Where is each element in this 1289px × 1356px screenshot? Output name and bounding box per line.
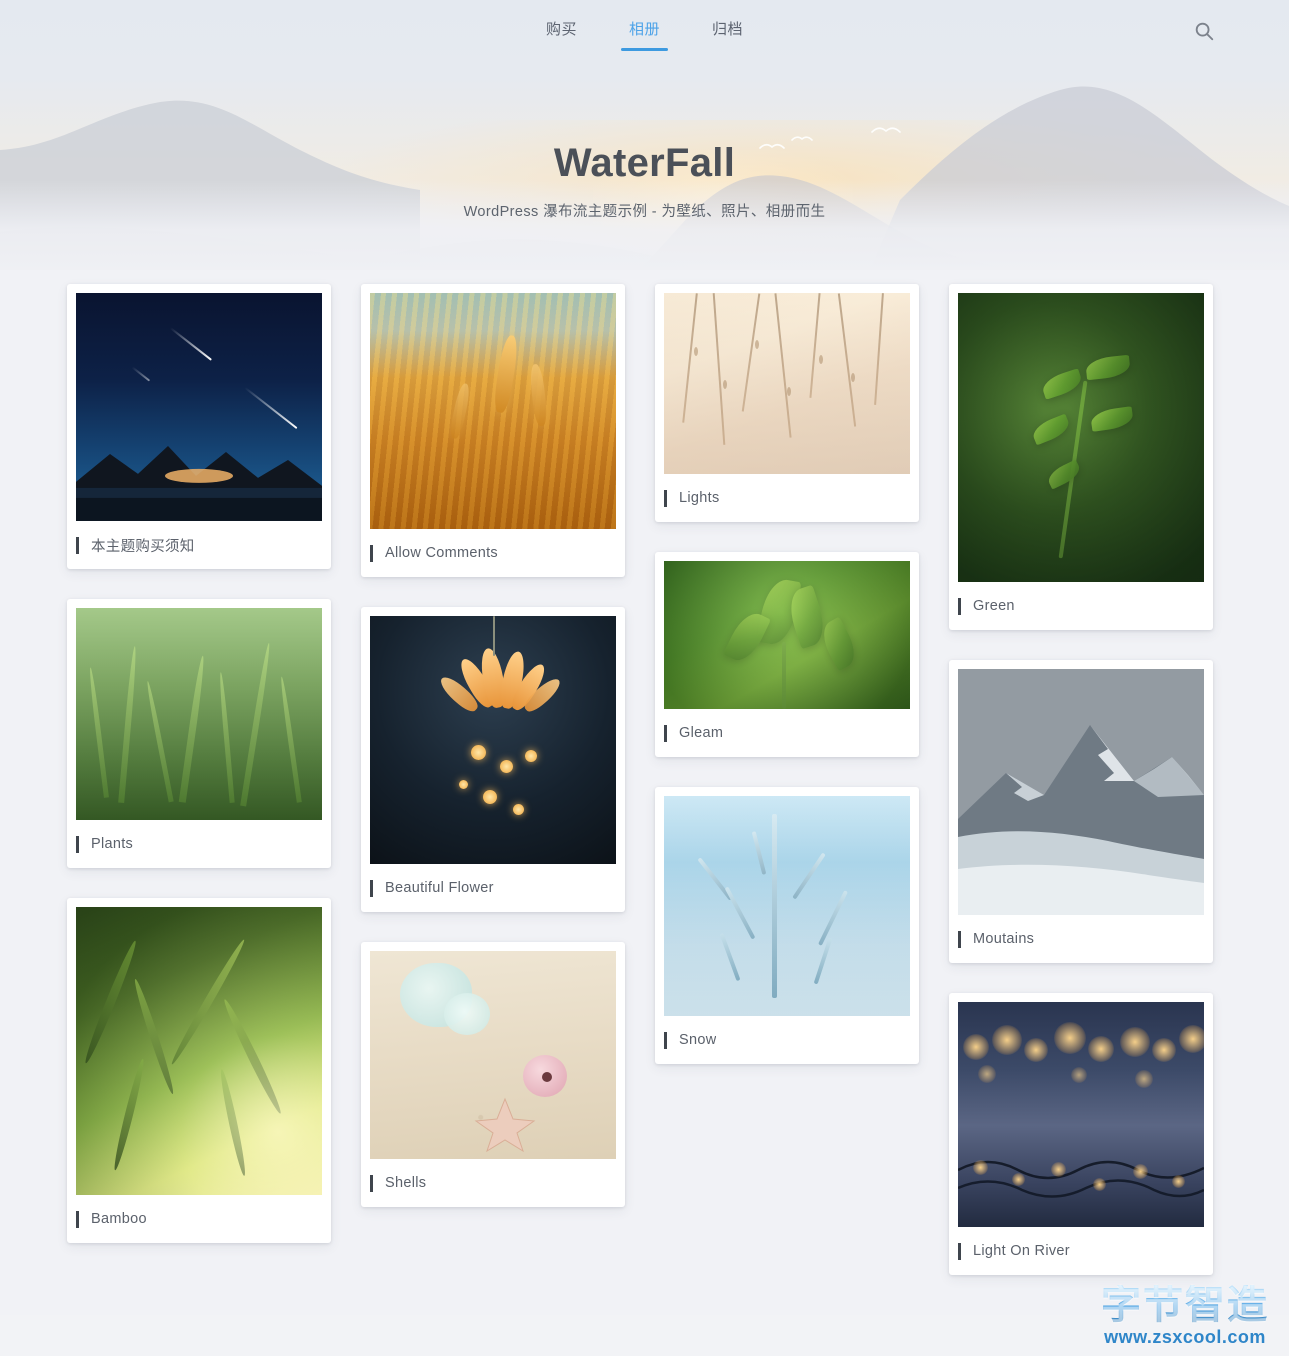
title-accent-bar	[370, 544, 373, 562]
card-title: Moutains	[973, 931, 1035, 947]
card-image-lights[interactable]	[664, 293, 910, 474]
card-title: Bamboo	[91, 1211, 147, 1227]
card-bamboo[interactable]: Bamboo	[67, 898, 331, 1243]
card-title-row: 本主题购买须知	[76, 521, 322, 569]
watermark-url: www.zsxcool.com	[1104, 1327, 1266, 1347]
hero-header: 购买 相册 归档 WaterFall WordPress 瀑布流主题示例 - 为…	[0, 0, 1289, 270]
card-title-row: Bamboo	[76, 1195, 322, 1243]
nav-item-album[interactable]: 相册	[620, 14, 669, 57]
card-wheat[interactable]: Allow Comments	[361, 284, 625, 577]
card-image-snow[interactable]	[664, 796, 910, 1016]
title-accent-bar	[76, 1210, 79, 1228]
card-title-row: Beautiful Flower	[370, 864, 616, 912]
card-image-bamboo[interactable]	[76, 907, 322, 1195]
page-subtitle: WordPress 瀑布流主题示例 - 为壁纸、照片、相册而生	[463, 204, 826, 220]
card-image-wheat[interactable]	[370, 293, 616, 529]
card-image-gleam[interactable]	[664, 561, 910, 709]
card-title: Plants	[91, 836, 134, 852]
card-title-row: Moutains	[958, 915, 1204, 963]
title-accent-bar	[370, 1174, 373, 1192]
card-title-row: Gleam	[664, 709, 910, 757]
card-title: Allow Comments	[385, 545, 498, 561]
title-accent-bar	[958, 1242, 961, 1260]
card-title: Snow	[679, 1032, 717, 1048]
card-image-plants[interactable]	[76, 608, 322, 820]
card-title: 本主题购买须知	[91, 538, 195, 555]
title-accent-bar	[76, 835, 79, 853]
card-title: Light On River	[973, 1243, 1070, 1259]
card-lights[interactable]: Lights	[655, 284, 919, 522]
card-plants[interactable]: Plants	[67, 599, 331, 868]
card-title-row: Lights	[664, 474, 910, 522]
card-title: Green	[973, 598, 1015, 614]
card-title-row: Green	[958, 582, 1204, 630]
nav-item-archive[interactable]: 归档	[704, 14, 751, 57]
card-image-night[interactable]	[76, 293, 322, 521]
title-accent-bar	[664, 1031, 667, 1049]
card-title-row: Shells	[370, 1159, 616, 1207]
card-mountains[interactable]: Moutains	[949, 660, 1213, 963]
title-accent-bar	[664, 724, 667, 742]
title-accent-bar	[958, 930, 961, 948]
gallery-column-4: Green Moutains Light On River	[949, 284, 1213, 1275]
gallery-column-2: Allow Comments Beautiful Flower Shells	[361, 284, 625, 1207]
card-title: Shells	[385, 1175, 427, 1191]
card-light-on-river[interactable]: Light On River	[949, 993, 1213, 1275]
gallery-column-1: 本主题购买须知 Plants Bamboo	[67, 284, 331, 1243]
card-title: Gleam	[679, 725, 724, 741]
card-gleam[interactable]: Gleam	[655, 552, 919, 757]
card-title-row: Light On River	[958, 1227, 1204, 1275]
title-accent-bar	[664, 489, 667, 507]
card-image-shells[interactable]	[370, 951, 616, 1159]
gallery-column-3: Lights Gleam Snow	[655, 284, 919, 1064]
hero-text-block: WaterFall WordPress 瀑布流主题示例 - 为壁纸、照片、相册而…	[0, 140, 1289, 221]
card-image-mountains[interactable]	[958, 669, 1204, 915]
card-image-light-on-river[interactable]	[958, 1002, 1204, 1227]
nav-items: 购买 相册 归档	[538, 0, 751, 57]
card-green[interactable]: Green	[949, 284, 1213, 630]
card-image-flower[interactable]	[370, 616, 616, 864]
card-flower[interactable]: Beautiful Flower	[361, 607, 625, 912]
title-accent-bar	[958, 597, 961, 615]
masonry-columns: 本主题购买须知 Plants Bamboo Allow Comments Bea…	[67, 284, 1222, 1275]
card-night[interactable]: 本主题购买须知	[67, 284, 331, 569]
search-icon[interactable]	[1193, 20, 1215, 42]
card-snow[interactable]: Snow	[655, 787, 919, 1064]
card-title-row: Allow Comments	[370, 529, 616, 577]
gallery-board: 本主题购买须知 Plants Bamboo Allow Comments Bea…	[0, 270, 1289, 1315]
title-accent-bar	[76, 536, 79, 554]
card-title-row: Snow	[664, 1016, 910, 1064]
title-accent-bar	[370, 879, 373, 897]
card-title: Beautiful Flower	[385, 880, 494, 896]
nav-item-buy[interactable]: 购买	[538, 14, 585, 57]
top-navigation: 购买 相册 归档	[0, 0, 1289, 62]
page-title: WaterFall	[553, 141, 736, 185]
card-title-row: Plants	[76, 820, 322, 868]
card-image-green[interactable]	[958, 293, 1204, 582]
card-shells[interactable]: Shells	[361, 942, 625, 1207]
card-title: Lights	[679, 490, 720, 506]
